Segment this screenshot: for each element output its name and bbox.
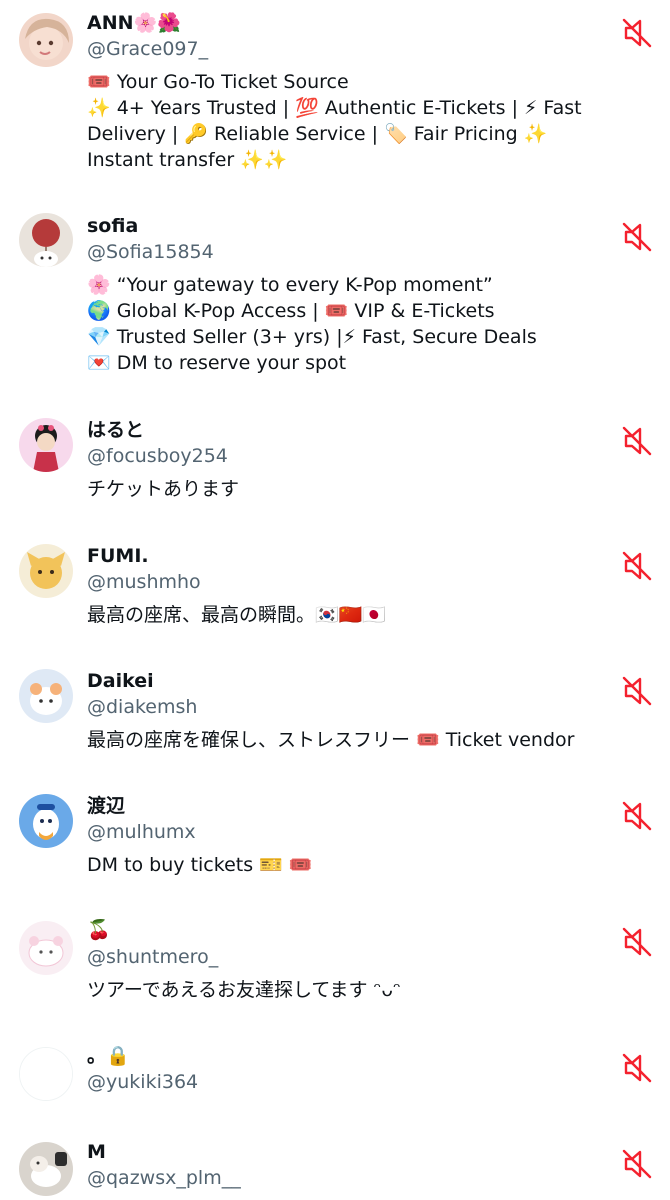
- bio-line: ✨ 4+ Years Trusted | 💯 Authentic E-Ticke…: [87, 97, 582, 119]
- username[interactable]: @mushmho: [87, 570, 201, 594]
- display-name[interactable]: はると: [87, 418, 144, 442]
- bio-line: 🌍 Global K-Pop Access | 🎟️ VIP & E-Ticke…: [87, 300, 495, 322]
- bio: DM to buy tickets 🎫 🎟️: [87, 852, 647, 878]
- speaker-muted-icon[interactable]: [620, 925, 654, 959]
- username[interactable]: @shuntmero_: [87, 945, 218, 969]
- bio-line: Instant transfer ✨✨: [87, 149, 288, 171]
- bio: 🌸 “Your gateway to every K-Pop moment” 🌍…: [87, 272, 647, 376]
- bio: 最高の座席、最高の瞬間。🇰🇷🇨🇳🇯🇵: [87, 602, 647, 628]
- bio-line: 🎟️ Your Go-To Ticket Source: [87, 71, 349, 93]
- avatar[interactable]: [19, 13, 73, 67]
- speaker-muted-icon[interactable]: [620, 674, 654, 708]
- bio-line: Delivery | 🔑 Reliable Service | 🏷️ Fair …: [87, 123, 548, 145]
- display-name[interactable]: 渡辺: [87, 794, 125, 818]
- display-name[interactable]: FUMI.: [87, 544, 149, 568]
- username[interactable]: @focusboy254: [87, 444, 228, 468]
- account-row[interactable]: 🍒 @shuntmero_ ツアーであえるお友達探してます ᵔᴗᵔ: [0, 911, 670, 1031]
- username[interactable]: @diakemsh: [87, 695, 197, 719]
- bio: ツアーであえるお友達探してます ᵔᴗᵔ: [87, 977, 647, 1003]
- avatar[interactable]: [19, 921, 73, 975]
- display-name[interactable]: 🍒: [87, 918, 111, 942]
- bio-line: 🌸 “Your gateway to every K-Pop moment”: [87, 274, 493, 296]
- bio-line: チケットあります: [87, 478, 240, 500]
- avatar[interactable]: [19, 1142, 73, 1196]
- display-name[interactable]: 。🔒: [87, 1044, 130, 1068]
- speaker-muted-icon[interactable]: [620, 799, 654, 833]
- bio-line: DM to buy tickets 🎫 🎟️: [87, 854, 313, 876]
- avatar[interactable]: [19, 1047, 73, 1101]
- display-name[interactable]: M: [87, 1140, 106, 1164]
- speaker-muted-icon[interactable]: [620, 1051, 654, 1085]
- bio-line: 💎 Trusted Seller (3+ yrs) |⚡ Fast, Secur…: [87, 326, 537, 348]
- speaker-muted-icon[interactable]: [620, 1147, 654, 1181]
- display-name[interactable]: ANN🌸🌺: [87, 11, 181, 35]
- username[interactable]: @yukiki364: [87, 1070, 198, 1094]
- bio-line: 最高の座席を確保し、ストレスフリー 🎟️ Ticket vendor: [87, 729, 575, 751]
- account-row[interactable]: 。🔒 @yukiki364: [0, 1034, 670, 1129]
- avatar[interactable]: [19, 669, 73, 723]
- account-row[interactable]: 渡辺 @mulhumx DM to buy tickets 🎫 🎟️: [0, 781, 670, 901]
- display-name[interactable]: sofia: [87, 214, 138, 238]
- display-name[interactable]: Daikei: [87, 669, 154, 693]
- bio-line: ツアーであえるお友達探してます ᵔᴗᵔ: [87, 979, 401, 1001]
- account-row[interactable]: はると @focusboy254 チケットあります: [0, 405, 670, 525]
- avatar[interactable]: [19, 213, 73, 267]
- bio-line: 最高の座席、最高の瞬間。🇰🇷🇨🇳🇯🇵: [87, 604, 386, 626]
- avatar[interactable]: [19, 418, 73, 472]
- bio: 最高の座席を確保し、ストレスフリー 🎟️ Ticket vendor: [87, 727, 647, 753]
- username[interactable]: @Grace097_: [87, 37, 208, 61]
- speaker-muted-icon[interactable]: [620, 549, 654, 583]
- bio: 🎟️ Your Go-To Ticket Source ✨ 4+ Years T…: [87, 69, 647, 173]
- username[interactable]: @mulhumx: [87, 820, 196, 844]
- bio-line: 💌 DM to reserve your spot: [87, 352, 347, 374]
- account-row[interactable]: M @qazwsx_plm__: [0, 1130, 670, 1200]
- speaker-muted-icon[interactable]: [620, 424, 654, 458]
- account-row[interactable]: ANN🌸🌺 @Grace097_ 🎟️ Your Go-To Ticket So…: [0, 0, 670, 190]
- username[interactable]: @Sofia15854: [87, 240, 214, 264]
- account-row[interactable]: Daikei @diakemsh 最高の座席を確保し、ストレスフリー 🎟️ Ti…: [0, 656, 670, 776]
- account-row[interactable]: FUMI. @mushmho 最高の座席、最高の瞬間。🇰🇷🇨🇳🇯🇵: [0, 531, 670, 651]
- username[interactable]: @qazwsx_plm__: [87, 1166, 241, 1190]
- avatar[interactable]: [19, 544, 73, 598]
- speaker-muted-icon[interactable]: [620, 16, 654, 50]
- speaker-muted-icon[interactable]: [620, 220, 654, 254]
- bio: チケットあります: [87, 476, 647, 502]
- avatar[interactable]: [19, 794, 73, 848]
- account-row[interactable]: sofia @Sofia15854 🌸 “Your gateway to eve…: [0, 200, 670, 390]
